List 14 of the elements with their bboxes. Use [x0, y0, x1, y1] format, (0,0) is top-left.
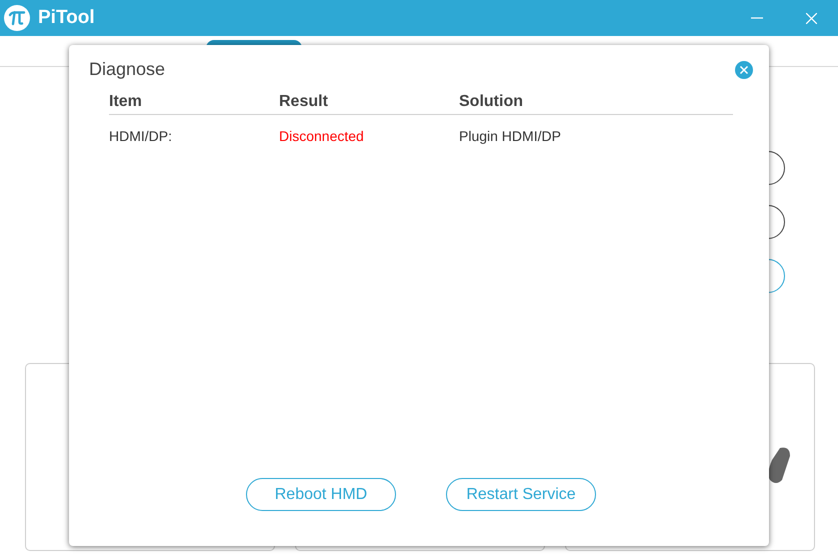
- table-cell-text: HDMI/DP:: [109, 128, 173, 144]
- close-icon: [735, 60, 753, 78]
- close-icon: [806, 12, 816, 24]
- close-button[interactable]: [735, 60, 753, 78]
- column-header: Result: [279, 93, 329, 111]
- column-header: Item: [109, 93, 143, 111]
- app-title: PiTool: [38, 7, 95, 29]
- pi-logo-icon: [4, 5, 30, 31]
- column-header: Solution: [459, 93, 524, 111]
- action-button[interactable]: Restart Service: [446, 478, 596, 511]
- action-button[interactable]: Reboot HMD: [246, 478, 396, 511]
- dialog-title: Diagnose: [89, 59, 166, 80]
- table-cell-text: Disconnected: [279, 128, 365, 144]
- table-cell-text: Plugin HDMI/DP: [459, 128, 562, 144]
